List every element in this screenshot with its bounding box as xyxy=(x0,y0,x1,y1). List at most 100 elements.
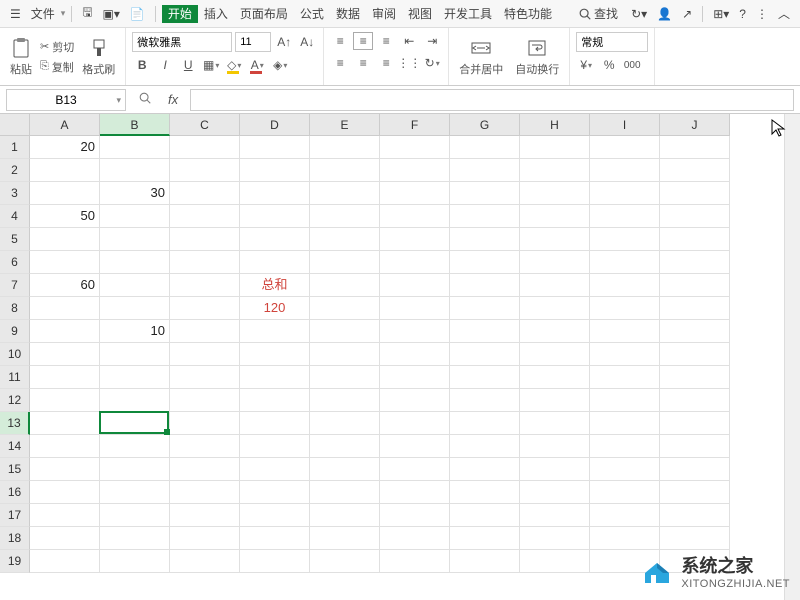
cell-A10[interactable] xyxy=(30,343,100,366)
tab-4[interactable]: 数据 xyxy=(330,5,366,23)
cell-G2[interactable] xyxy=(450,159,520,182)
number-format-select[interactable] xyxy=(576,32,648,52)
row-header-14[interactable]: 14 xyxy=(0,435,30,458)
cell-I7[interactable] xyxy=(590,274,660,297)
cell-F10[interactable] xyxy=(380,343,450,366)
row-header-2[interactable]: 2 xyxy=(0,159,30,182)
cell-D13[interactable] xyxy=(240,412,310,435)
cell-E8[interactable] xyxy=(310,297,380,320)
cell-F8[interactable] xyxy=(380,297,450,320)
row-header-19[interactable]: 19 xyxy=(0,550,30,573)
cell-G8[interactable] xyxy=(450,297,520,320)
cell-E17[interactable] xyxy=(310,504,380,527)
cell-B1[interactable] xyxy=(100,136,170,159)
tab-5[interactable]: 审阅 xyxy=(366,5,402,23)
cell-J1[interactable] xyxy=(660,136,730,159)
col-header-C[interactable]: C xyxy=(170,114,240,136)
tab-8[interactable]: 特色功能 xyxy=(498,5,558,23)
cell-G7[interactable] xyxy=(450,274,520,297)
cell-C16[interactable] xyxy=(170,481,240,504)
cell-D10[interactable] xyxy=(240,343,310,366)
cell-I3[interactable] xyxy=(590,182,660,205)
cell-J4[interactable] xyxy=(660,205,730,228)
cell-E6[interactable] xyxy=(310,251,380,274)
cell-H6[interactable] xyxy=(520,251,590,274)
cell-H10[interactable] xyxy=(520,343,590,366)
cell-A1[interactable]: 20 xyxy=(30,136,100,159)
cell-J3[interactable] xyxy=(660,182,730,205)
cell-D3[interactable] xyxy=(240,182,310,205)
cell-J15[interactable] xyxy=(660,458,730,481)
cell-F4[interactable] xyxy=(380,205,450,228)
align-bottom-icon[interactable]: ≡ xyxy=(376,32,396,50)
cell-G10[interactable] xyxy=(450,343,520,366)
cell-A4[interactable]: 50 xyxy=(30,205,100,228)
cell-F14[interactable] xyxy=(380,435,450,458)
formula-input[interactable] xyxy=(190,89,794,111)
col-header-J[interactable]: J xyxy=(660,114,730,136)
cell-J5[interactable] xyxy=(660,228,730,251)
cell-A6[interactable] xyxy=(30,251,100,274)
cell-C4[interactable] xyxy=(170,205,240,228)
cell-A9[interactable] xyxy=(30,320,100,343)
cell-H14[interactable] xyxy=(520,435,590,458)
cell-I4[interactable] xyxy=(590,205,660,228)
cell-C7[interactable] xyxy=(170,274,240,297)
cell-D1[interactable] xyxy=(240,136,310,159)
cell-D4[interactable] xyxy=(240,205,310,228)
merge-center-button[interactable]: 合并居中 xyxy=(455,35,507,79)
row-header-5[interactable]: 5 xyxy=(0,228,30,251)
help-icon[interactable]: ? xyxy=(735,5,750,23)
paste-button[interactable]: 粘贴 xyxy=(6,35,36,79)
cell-D5[interactable] xyxy=(240,228,310,251)
percent-button[interactable]: % xyxy=(599,56,619,74)
search-icon[interactable]: 查找 xyxy=(574,3,622,24)
cell-C13[interactable] xyxy=(170,412,240,435)
cell-H7[interactable] xyxy=(520,274,590,297)
copy-button[interactable]: ⎘复制 xyxy=(40,59,74,75)
tab-1[interactable]: 插入 xyxy=(198,5,234,23)
cell-F17[interactable] xyxy=(380,504,450,527)
cell-I17[interactable] xyxy=(590,504,660,527)
cell-I8[interactable] xyxy=(590,297,660,320)
row-header-13[interactable]: 13 xyxy=(0,412,30,435)
row-header-17[interactable]: 17 xyxy=(0,504,30,527)
cell-H2[interactable] xyxy=(520,159,590,182)
cell-A7[interactable]: 60 xyxy=(30,274,100,297)
cell-H5[interactable] xyxy=(520,228,590,251)
cell-F16[interactable] xyxy=(380,481,450,504)
cell-H1[interactable] xyxy=(520,136,590,159)
cell-H4[interactable] xyxy=(520,205,590,228)
row-header-9[interactable]: 9 xyxy=(0,320,30,343)
cell-A19[interactable] xyxy=(30,550,100,573)
cell-J7[interactable] xyxy=(660,274,730,297)
cell-A5[interactable] xyxy=(30,228,100,251)
cell-D14[interactable] xyxy=(240,435,310,458)
cell-E16[interactable] xyxy=(310,481,380,504)
cell-J13[interactable] xyxy=(660,412,730,435)
print-dropdown-icon[interactable]: ▣▾ xyxy=(99,5,124,23)
font-select[interactable] xyxy=(132,32,232,52)
cell-G15[interactable] xyxy=(450,458,520,481)
cell-B4[interactable] xyxy=(100,205,170,228)
cell-E14[interactable] xyxy=(310,435,380,458)
cell-A16[interactable] xyxy=(30,481,100,504)
cell-G1[interactable] xyxy=(450,136,520,159)
cell-F9[interactable] xyxy=(380,320,450,343)
cell-D2[interactable] xyxy=(240,159,310,182)
cell-C9[interactable] xyxy=(170,320,240,343)
col-header-H[interactable]: H xyxy=(520,114,590,136)
cell-F3[interactable] xyxy=(380,182,450,205)
col-header-I[interactable]: I xyxy=(590,114,660,136)
cell-B14[interactable] xyxy=(100,435,170,458)
cell-D17[interactable] xyxy=(240,504,310,527)
underline-button[interactable]: U xyxy=(178,56,198,74)
cell-H9[interactable] xyxy=(520,320,590,343)
vertical-scrollbar[interactable] xyxy=(784,114,800,600)
row-header-7[interactable]: 7 xyxy=(0,274,30,297)
cell-I2[interactable] xyxy=(590,159,660,182)
cell-C17[interactable] xyxy=(170,504,240,527)
format-painter-button[interactable]: 格式刷 xyxy=(78,35,119,79)
row-header-11[interactable]: 11 xyxy=(0,366,30,389)
cell-E13[interactable] xyxy=(310,412,380,435)
